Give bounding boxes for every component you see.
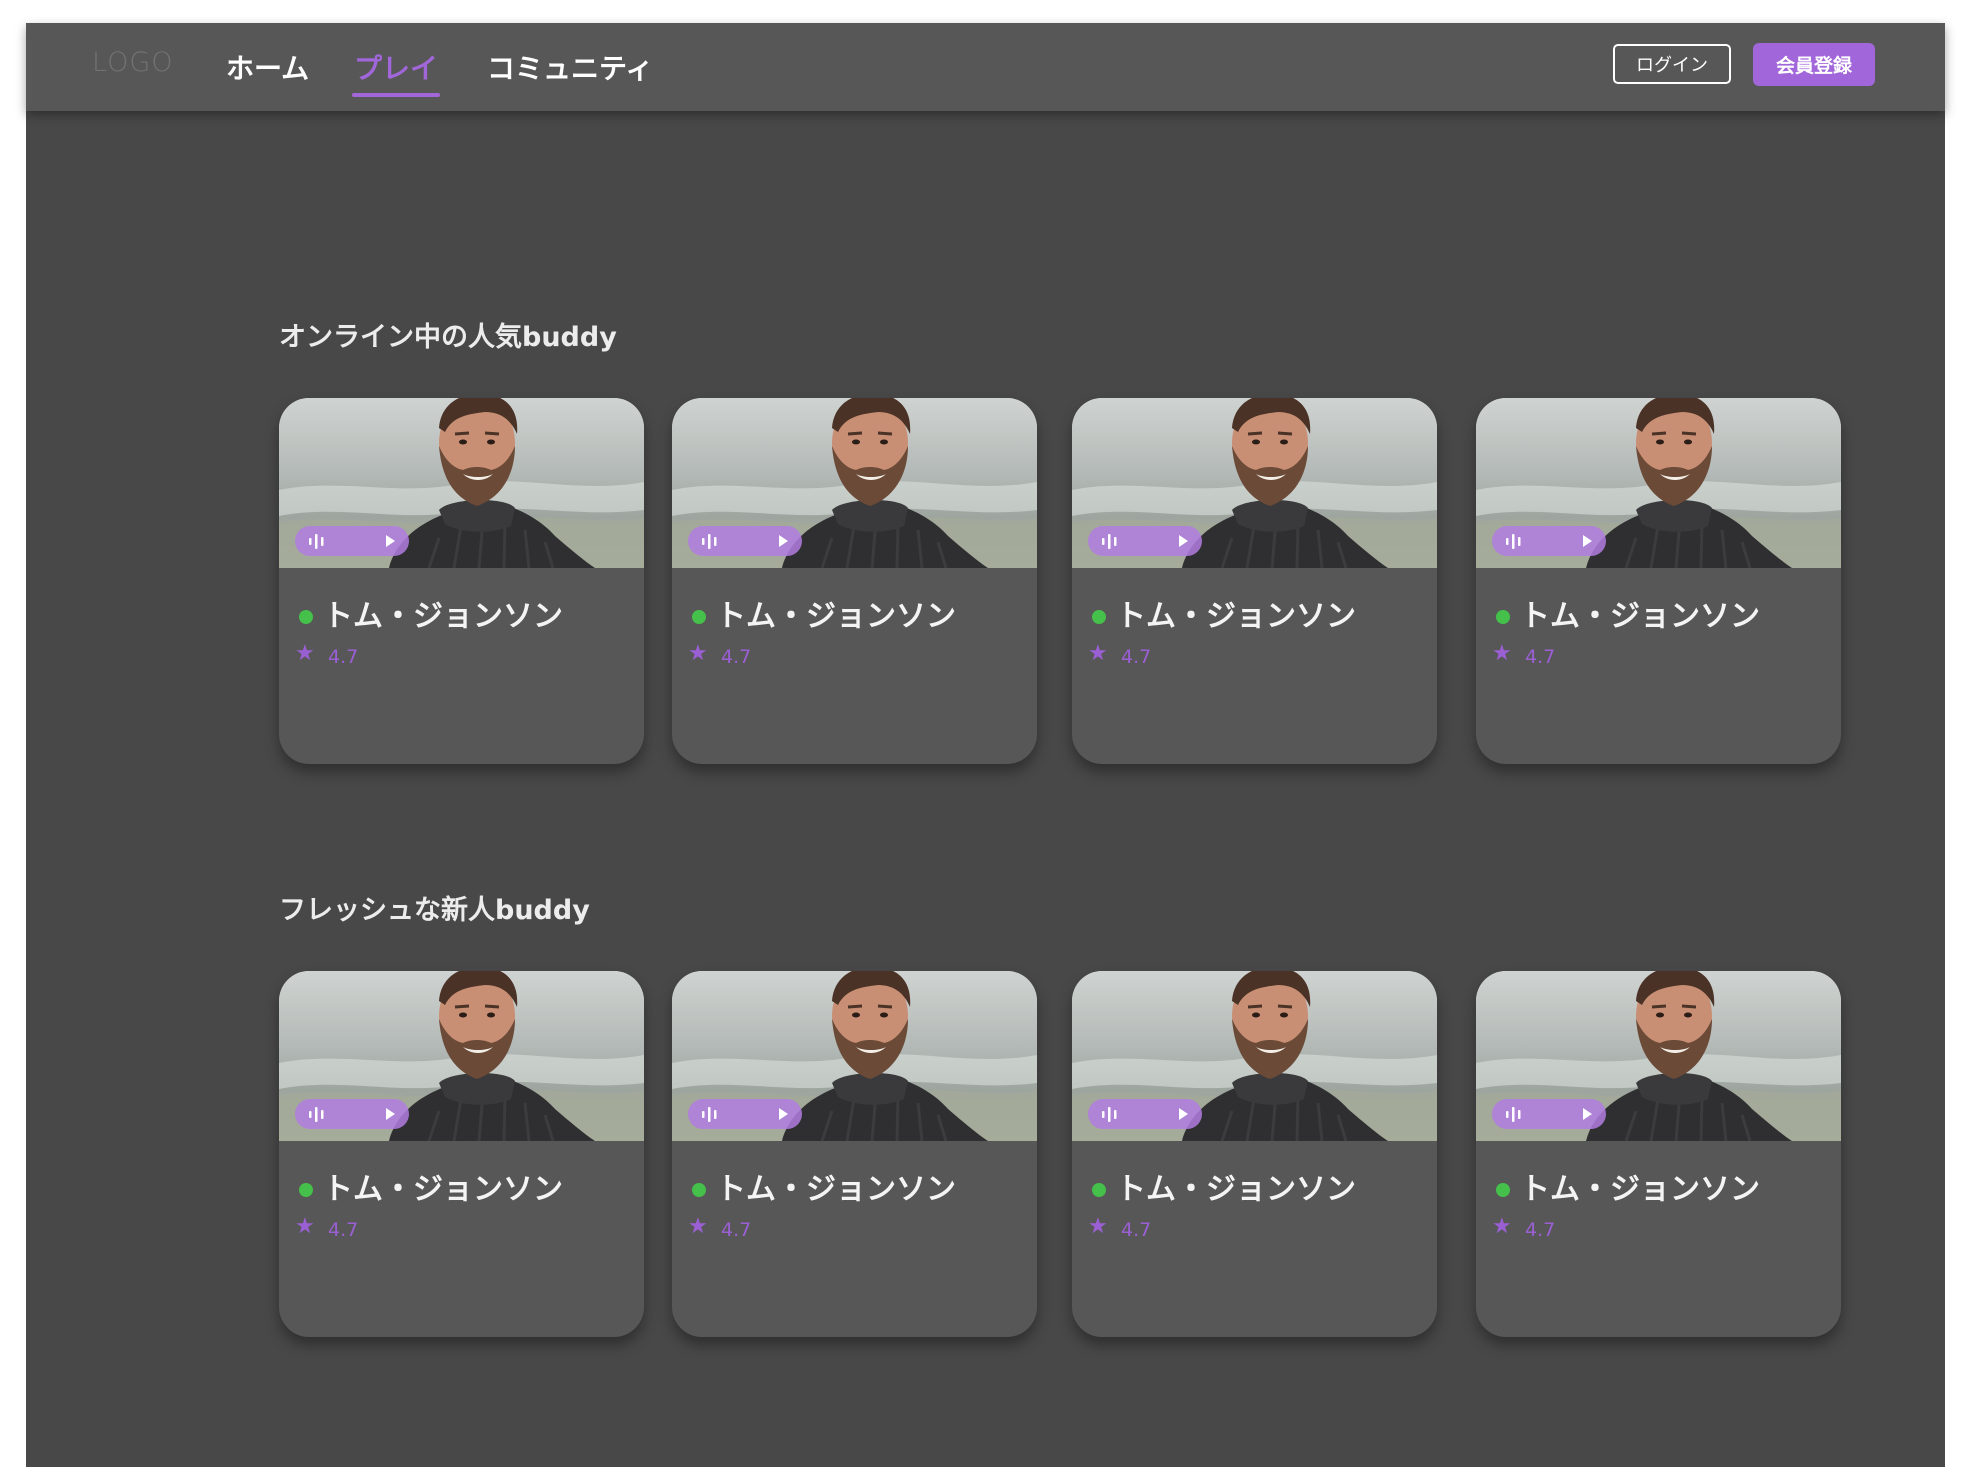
voice-sample-button[interactable] — [688, 1099, 802, 1129]
rating-value: 4.7 — [1121, 646, 1152, 668]
voice-wave-icon — [1102, 1107, 1117, 1122]
register-button[interactable]: 会員登録 — [1753, 43, 1875, 86]
nav-link-home[interactable]: ホーム — [226, 47, 309, 87]
buddy-photo — [1072, 398, 1437, 568]
online-status-icon — [692, 1183, 706, 1197]
nav-link-play-label: プレイ — [354, 52, 439, 85]
play-icon — [1179, 1108, 1188, 1120]
buddy-card[interactable]: トム・ジョンソン ★ 4.7 — [1072, 398, 1437, 764]
online-status-icon — [1092, 610, 1106, 624]
voice-wave-icon — [702, 1107, 717, 1122]
voice-sample-button[interactable] — [295, 526, 409, 556]
buddy-photo — [1476, 398, 1841, 568]
voice-wave-icon — [1102, 534, 1117, 549]
buddy-name: トム・ジョンソン — [323, 1172, 563, 1207]
online-status-icon — [299, 610, 313, 624]
play-icon — [1583, 535, 1592, 547]
buddy-card[interactable]: トム・ジョンソン ★ 4.7 — [1476, 971, 1841, 1337]
rating-value: 4.7 — [1121, 1219, 1152, 1241]
voice-wave-icon — [702, 534, 717, 549]
play-icon — [386, 1108, 395, 1120]
online-status-icon — [1496, 1183, 1510, 1197]
buddy-photo — [1072, 971, 1437, 1141]
buddy-name: トム・ジョンソン — [716, 1172, 956, 1207]
buddy-photo — [279, 398, 644, 568]
voice-sample-button[interactable] — [295, 1099, 409, 1129]
nav-link-play[interactable]: プレイ — [352, 47, 441, 97]
online-status-icon — [1092, 1183, 1106, 1197]
buddy-photo — [672, 398, 1037, 568]
voice-sample-button[interactable] — [1492, 526, 1606, 556]
section-title-fresh-newcomers: フレッシュな新人buddy — [279, 895, 590, 926]
voice-wave-icon — [1506, 1107, 1521, 1122]
online-status-icon — [692, 610, 706, 624]
voice-sample-button[interactable] — [688, 526, 802, 556]
star-icon: ★ — [1088, 1214, 1108, 1239]
play-icon — [779, 1108, 788, 1120]
star-icon: ★ — [295, 1214, 315, 1239]
rating-value: 4.7 — [1525, 646, 1556, 668]
online-status-icon — [1496, 610, 1510, 624]
star-icon: ★ — [295, 641, 315, 666]
buddy-card[interactable]: トム・ジョンソン ★ 4.7 — [279, 398, 644, 764]
rating-value: 4.7 — [721, 646, 752, 668]
star-icon: ★ — [688, 641, 708, 666]
buddy-photo — [279, 971, 644, 1141]
rating-value: 4.7 — [721, 1219, 752, 1241]
voice-sample-button[interactable] — [1088, 526, 1202, 556]
rating-value: 4.7 — [328, 646, 359, 668]
voice-wave-icon — [1506, 534, 1521, 549]
buddy-card[interactable]: トム・ジョンソン ★ 4.7 — [1072, 971, 1437, 1337]
nav-link-home-label: ホーム — [226, 52, 310, 85]
online-status-icon — [299, 1183, 313, 1197]
login-button[interactable]: ログイン — [1613, 44, 1731, 84]
buddy-card[interactable]: トム・ジョンソン ★ 4.7 — [279, 971, 644, 1337]
star-icon: ★ — [688, 1214, 708, 1239]
play-icon — [1179, 535, 1188, 547]
page: LOGO ホーム プレイ コミュニティ ログイン 会員登録 オンライン中の人気b… — [26, 23, 1945, 1467]
buddy-name: トム・ジョンソン — [1116, 599, 1356, 634]
voice-wave-icon — [309, 534, 324, 549]
play-icon — [779, 535, 788, 547]
buddy-photo — [1476, 971, 1841, 1141]
section-title-popular-online: オンライン中の人気buddy — [279, 322, 617, 353]
buddy-name: トム・ジョンソン — [1520, 599, 1760, 634]
voice-sample-button[interactable] — [1088, 1099, 1202, 1129]
buddy-name: トム・ジョンソン — [1520, 1172, 1760, 1207]
nav-link-community[interactable]: コミュニティ — [487, 47, 653, 87]
top-navbar: LOGO ホーム プレイ コミュニティ ログイン 会員登録 — [26, 23, 1945, 111]
buddy-photo — [672, 971, 1037, 1141]
rating-value: 4.7 — [1525, 1219, 1556, 1241]
logo[interactable]: LOGO — [92, 47, 174, 78]
buddy-card[interactable]: トム・ジョンソン ★ 4.7 — [1476, 398, 1841, 764]
buddy-name: トム・ジョンソン — [323, 599, 563, 634]
buddy-name: トム・ジョンソン — [1116, 1172, 1356, 1207]
buddy-card[interactable]: トム・ジョンソン ★ 4.7 — [672, 398, 1037, 764]
rating-value: 4.7 — [328, 1219, 359, 1241]
star-icon: ★ — [1492, 641, 1512, 666]
buddy-name: トム・ジョンソン — [716, 599, 956, 634]
buddy-card[interactable]: トム・ジョンソン ★ 4.7 — [672, 971, 1037, 1337]
active-tab-underline — [352, 93, 441, 97]
star-icon: ★ — [1088, 641, 1108, 666]
play-icon — [1583, 1108, 1592, 1120]
voice-wave-icon — [309, 1107, 324, 1122]
play-icon — [386, 535, 395, 547]
star-icon: ★ — [1492, 1214, 1512, 1239]
voice-sample-button[interactable] — [1492, 1099, 1606, 1129]
nav-link-community-label: コミュニティ — [487, 52, 654, 85]
